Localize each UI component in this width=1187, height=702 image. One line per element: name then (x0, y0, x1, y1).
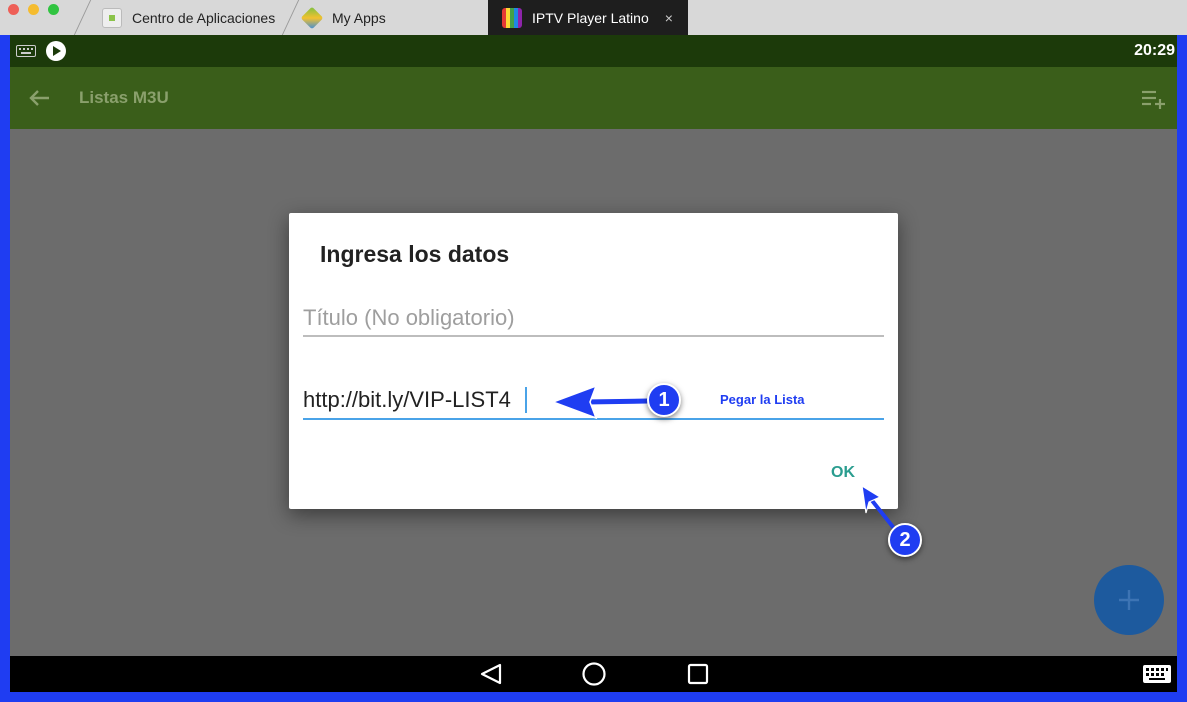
window-frame: Centro de Aplicaciones My Apps IPTV Play… (0, 0, 1187, 702)
arrowhead-step1 (550, 384, 598, 420)
arrow-step1 (582, 398, 651, 405)
arrow-step2 (868, 496, 895, 529)
annotation-arrows (550, 384, 895, 529)
step-2-badge: 2 (888, 523, 922, 557)
paste-hint-label: Pegar la Lista (720, 392, 805, 407)
step-1-badge: 1 (647, 383, 681, 417)
